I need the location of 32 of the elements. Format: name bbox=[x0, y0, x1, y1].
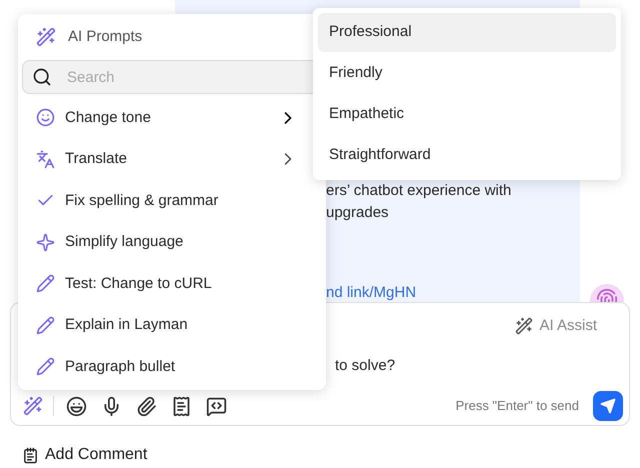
comment-icon bbox=[22, 446, 39, 464]
tone-option[interactable]: Professional bbox=[318, 13, 616, 52]
attachment-icon[interactable] bbox=[136, 396, 157, 416]
tone-option[interactable]: Straightforward bbox=[318, 136, 616, 175]
comment-text[interactable]: to solve? bbox=[335, 354, 396, 377]
pencil-icon bbox=[36, 274, 55, 294]
message-text: upgrades bbox=[326, 203, 390, 223]
pencil-icon bbox=[36, 316, 55, 335]
magic-wand-icon bbox=[515, 317, 534, 336]
smiley-icon bbox=[36, 108, 55, 128]
code-icon[interactable] bbox=[206, 396, 227, 416]
menu-item[interactable]: Explain in Layman bbox=[22, 304, 322, 346]
add-comment-label[interactable]: Add Comment bbox=[45, 443, 148, 467]
search-icon bbox=[32, 67, 52, 87]
magic-wand-icon[interactable] bbox=[23, 396, 54, 416]
send-icon bbox=[600, 398, 616, 414]
sparkle-icon bbox=[36, 232, 55, 252]
menu-item[interactable]: Test: Change to cURL bbox=[22, 263, 322, 304]
emoji-icon[interactable] bbox=[66, 396, 87, 416]
menu-item[interactable]: Fix spelling & grammar bbox=[22, 180, 322, 222]
receipt-icon[interactable] bbox=[171, 396, 192, 416]
translate-icon bbox=[36, 150, 55, 169]
menu-item[interactable]: Simplify language bbox=[22, 222, 322, 263]
send-hint: Press "Enter" to send bbox=[456, 397, 579, 416]
message-text: ers’ chatbot experience with bbox=[326, 181, 512, 201]
send-button[interactable] bbox=[593, 391, 623, 421]
pencil-icon bbox=[36, 357, 55, 376]
message-link[interactable]: nd link/MgHN bbox=[326, 284, 416, 302]
magic-wand-icon bbox=[36, 27, 56, 47]
menu-item[interactable]: Paragraph bullet bbox=[22, 346, 322, 388]
fingerprint-icon[interactable] bbox=[590, 284, 624, 302]
menu-title: AI Prompts bbox=[68, 26, 142, 47]
